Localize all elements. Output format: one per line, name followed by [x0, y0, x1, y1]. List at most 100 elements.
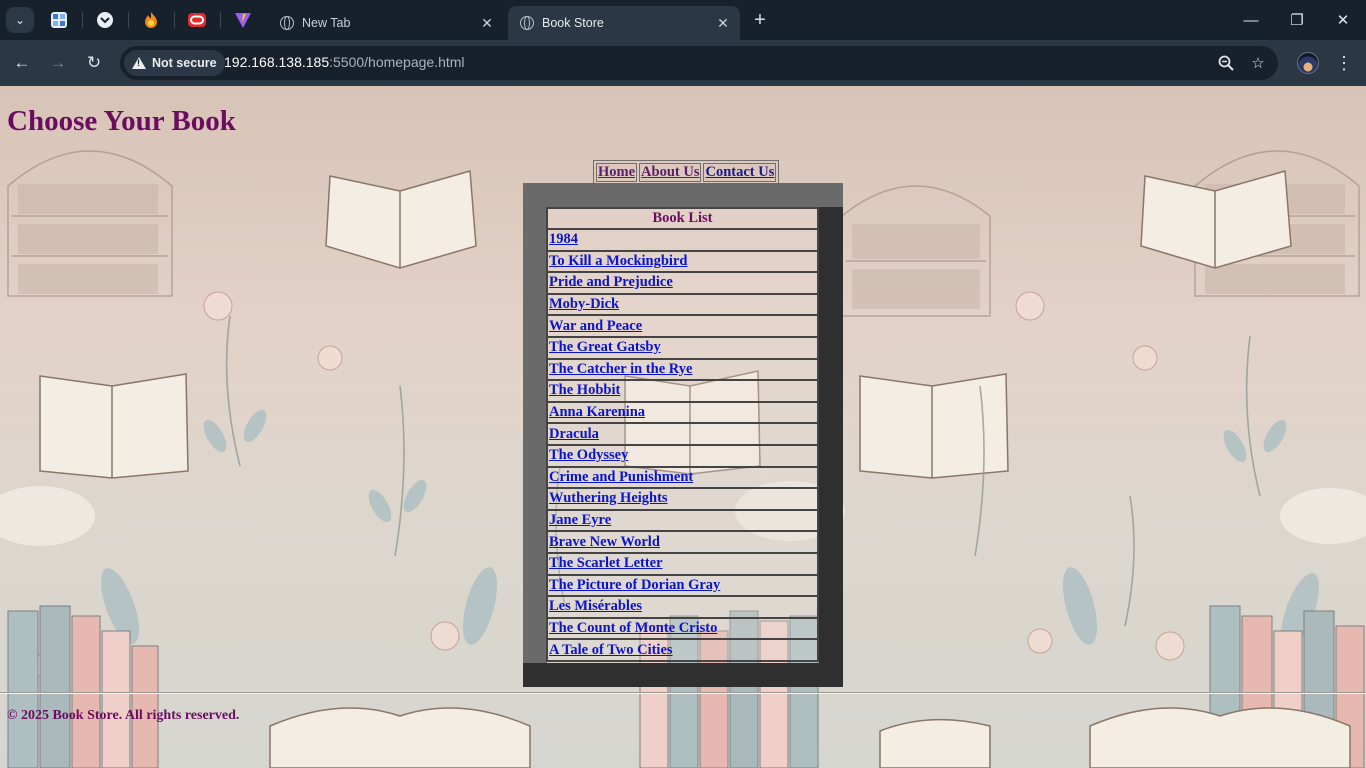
- book-link-the-picture-of-dorian-gray[interactable]: The Picture of Dorian Gray: [549, 577, 720, 593]
- pinned-tab-pocket[interactable]: [92, 8, 118, 32]
- book-link-the-catcher-in-the-rye[interactable]: The Catcher in the Rye: [549, 361, 692, 377]
- pocket-icon: [97, 12, 113, 28]
- book-row: Dracula: [547, 423, 818, 445]
- minimize-button[interactable]: —: [1228, 6, 1274, 34]
- arrow-left-icon: ←: [13, 53, 31, 72]
- profile-avatar[interactable]: [1297, 52, 1319, 74]
- back-button[interactable]: ←: [8, 49, 36, 77]
- book-row: Moby-Dick: [547, 293, 818, 316]
- pinned-tab-oracle[interactable]: [184, 8, 210, 32]
- vite-icon: [235, 13, 251, 28]
- book-row: The Count of Monte Cristo: [547, 617, 818, 640]
- pinned-tab-app[interactable]: [46, 8, 72, 32]
- app-grid-icon: [51, 12, 67, 28]
- book-link-to-kill-a-mockingbird[interactable]: To Kill a Mockingbird: [549, 253, 687, 269]
- pinned-tab-flame[interactable]: [138, 8, 164, 32]
- minimize-icon: —: [1243, 11, 1259, 29]
- book-link-the-count-of-monte-cristo[interactable]: The Count of Monte Cristo: [549, 620, 717, 636]
- book-link-the-odyssey[interactable]: The Odyssey: [549, 447, 628, 463]
- chrome-icon: [280, 16, 294, 30]
- book-link-pride-and-prejudice[interactable]: Pride and Prejudice: [549, 274, 673, 290]
- book-row: To Kill a Mockingbird: [547, 250, 818, 273]
- book-row: The Catcher in the Rye: [547, 358, 818, 381]
- tab-separator: [174, 12, 175, 28]
- tab-new-tab[interactable]: New Tab ✕: [268, 6, 504, 40]
- zoom-icon[interactable]: [1216, 53, 1236, 73]
- footer-copyright: © 2025 Book Store. All rights reserved.: [7, 708, 240, 723]
- url-text[interactable]: 192.168.138.185:5500/homepage.html: [224, 54, 465, 70]
- book-row: The Picture of Dorian Gray: [547, 574, 818, 597]
- nav-cell-home: Home: [596, 163, 638, 182]
- page-viewport: Choose Your Book Home About Us Contact U…: [0, 86, 1366, 768]
- nav-cell-contact: Contact Us: [703, 163, 777, 182]
- url-path: :5500/homepage.html: [329, 54, 465, 70]
- close-window-button[interactable]: ✕: [1320, 6, 1366, 34]
- book-link-les-miserables[interactable]: Les Misérables: [549, 598, 642, 614]
- book-link-the-hobbit[interactable]: The Hobbit: [549, 382, 620, 398]
- page-title: Choose Your Book: [7, 105, 236, 137]
- book-link-1984[interactable]: 1984: [549, 231, 578, 247]
- book-row: 1984: [547, 229, 818, 251]
- chevron-down-icon: ⌄: [14, 13, 26, 27]
- address-bar[interactable]: Not secure 192.168.138.185:5500/homepage…: [120, 46, 1278, 80]
- menu-kebab-icon[interactable]: ⋮: [1334, 50, 1354, 76]
- book-row: Les Misérables: [547, 596, 818, 618]
- nav-cell-about: About Us: [639, 163, 702, 182]
- tab-separator: [82, 12, 83, 28]
- book-link-brave-new-world[interactable]: Brave New World: [549, 534, 660, 550]
- arrow-right-icon: →: [49, 53, 67, 72]
- book-link-the-great-gatsby[interactable]: The Great Gatsby: [549, 339, 661, 355]
- security-chip[interactable]: Not secure: [124, 50, 225, 76]
- forward-button[interactable]: →: [44, 49, 72, 77]
- book-row: Crime and Punishment: [547, 466, 818, 489]
- book-row: Brave New World: [547, 531, 818, 553]
- pinned-tab-vite[interactable]: [230, 8, 256, 32]
- tab-title: Book Store: [542, 16, 604, 30]
- reload-button[interactable]: ↻: [80, 49, 108, 77]
- oracle-icon: [188, 13, 206, 27]
- book-link-wuthering-heights[interactable]: Wuthering Heights: [549, 490, 668, 506]
- book-link-crime-and-punishment[interactable]: Crime and Punishment: [549, 469, 693, 485]
- book-row: Wuthering Heights: [547, 488, 818, 510]
- book-link-war-and-peace[interactable]: War and Peace: [549, 318, 642, 334]
- close-tab-icon[interactable]: ✕: [714, 14, 732, 32]
- book-link-anna-karenina[interactable]: Anna Karenina: [549, 404, 645, 420]
- reload-icon: ↻: [86, 53, 102, 72]
- close-icon: ✕: [1336, 12, 1350, 29]
- url-host: 192.168.138.185: [224, 54, 330, 70]
- tab-strip: ⌄ New Tab ✕ Book Store ✕ + — ❐ ✕: [0, 0, 1366, 40]
- nav-link-contact[interactable]: Contact Us: [705, 164, 774, 180]
- book-list-table: Book List 1984 To Kill a Mockingbird Pri…: [546, 207, 819, 662]
- nav-link-home[interactable]: Home: [598, 164, 635, 180]
- security-label: Not secure: [152, 56, 217, 70]
- close-tab-icon[interactable]: ✕: [478, 14, 496, 32]
- bookmark-star-icon[interactable]: ☆: [1248, 53, 1268, 73]
- book-row: Anna Karenina: [547, 401, 818, 424]
- book-row: War and Peace: [547, 315, 818, 337]
- book-link-the-scarlet-letter[interactable]: The Scarlet Letter: [549, 555, 663, 571]
- restore-button[interactable]: ❐: [1274, 6, 1320, 34]
- tab-book-store[interactable]: Book Store ✕: [508, 6, 740, 40]
- book-link-dracula[interactable]: Dracula: [549, 426, 599, 442]
- flame-icon: [145, 12, 157, 28]
- tab-title: New Tab: [302, 16, 351, 30]
- book-link-jane-eyre[interactable]: Jane Eyre: [549, 512, 611, 528]
- new-tab-button[interactable]: +: [748, 8, 772, 32]
- book-row: A Tale of Two Cities: [547, 639, 818, 661]
- top-navigation: Home About Us Contact Us: [593, 160, 780, 185]
- tab-separator: [128, 12, 129, 28]
- tab-separator: [220, 12, 221, 28]
- nav-link-about[interactable]: About Us: [641, 164, 699, 180]
- browser-toolbar: ← → ↻ Not secure 192.168.138.185:5500/ho…: [0, 40, 1366, 86]
- restore-icon: ❐: [1290, 12, 1304, 29]
- tab-search-button[interactable]: ⌄: [6, 7, 34, 33]
- book-link-a-tale-of-two-cities[interactable]: A Tale of Two Cities: [549, 642, 673, 658]
- footer-divider: [0, 692, 1366, 694]
- plus-icon: +: [754, 8, 766, 31]
- book-row: Pride and Prejudice: [547, 272, 818, 294]
- book-row: The Great Gatsby: [547, 336, 818, 359]
- globe-icon: [520, 16, 534, 30]
- book-row: The Hobbit: [547, 380, 818, 402]
- book-link-moby-dick[interactable]: Moby-Dick: [549, 296, 619, 312]
- book-row: The Scarlet Letter: [547, 552, 818, 575]
